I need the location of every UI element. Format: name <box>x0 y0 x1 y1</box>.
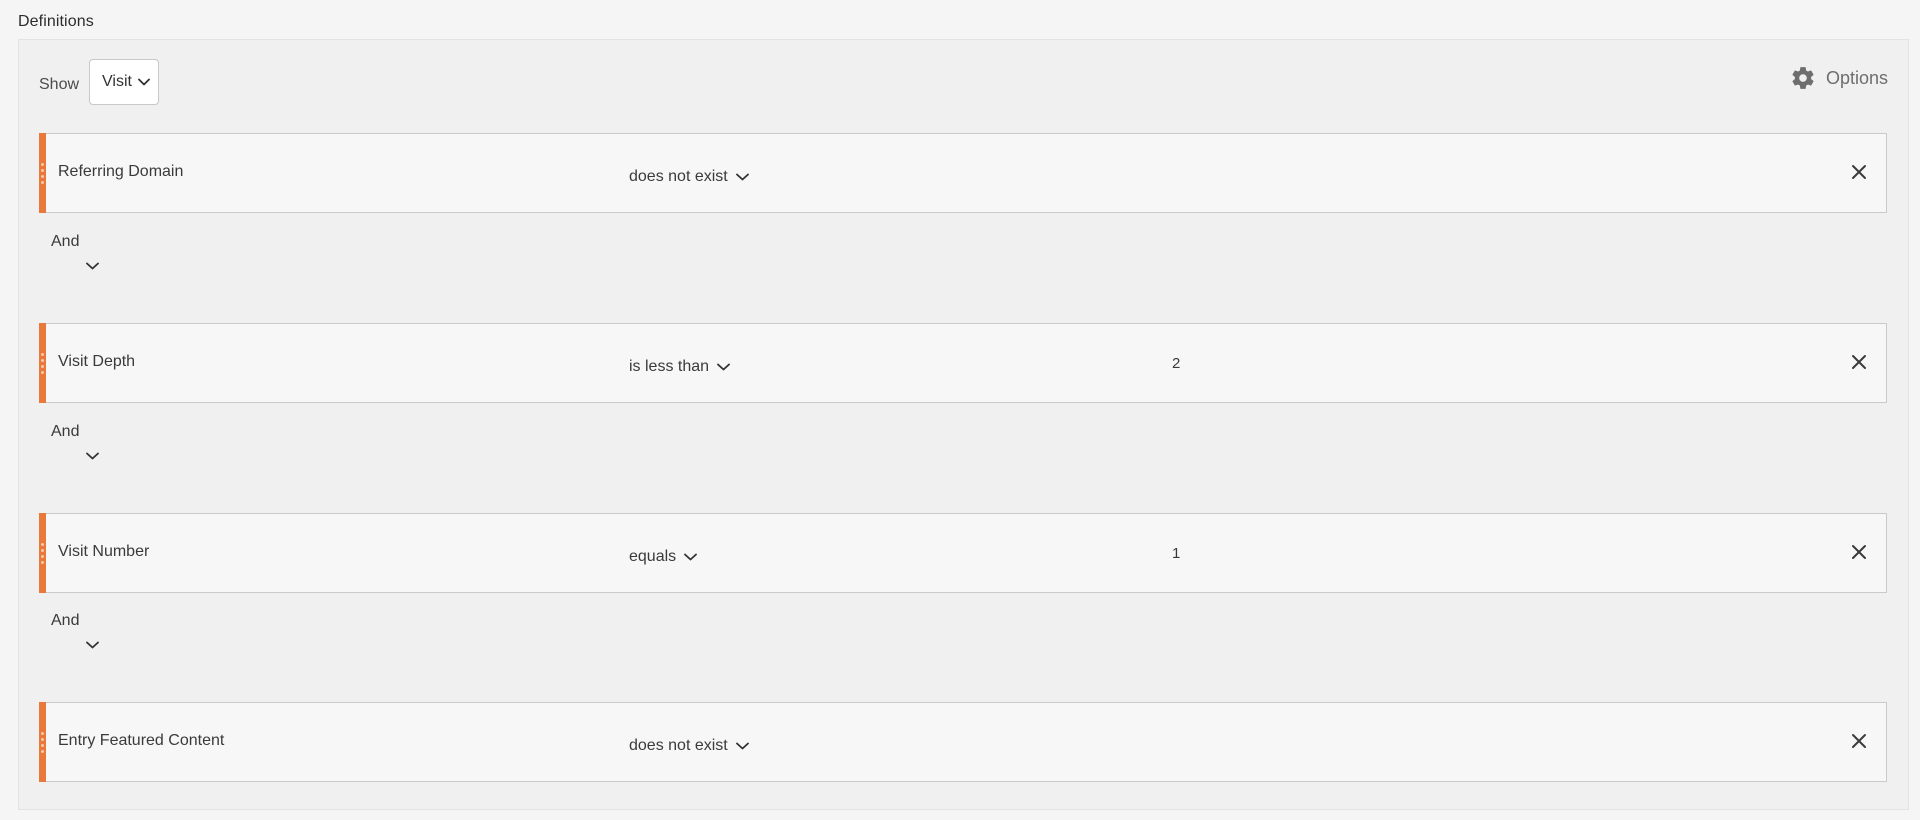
drag-handle-icon[interactable] <box>39 702 46 782</box>
definitions-panel: Show Visit Options Referring Domain does… <box>18 39 1909 810</box>
rule-value[interactable]: 2 <box>1172 355 1180 372</box>
rule-row: Visit Number equals 1 <box>39 513 1887 593</box>
close-icon[interactable] <box>1850 353 1868 371</box>
section-title: Definitions <box>18 13 94 30</box>
and-or-connector[interactable]: And <box>51 612 111 652</box>
rule-dimension[interactable]: Visit Number <box>58 543 149 561</box>
rule-operator-dropdown[interactable]: is less than <box>629 358 730 376</box>
rule-operator-label: is less than <box>629 358 710 375</box>
chevron-down-icon <box>735 737 749 755</box>
chevron-down-icon <box>86 636 99 654</box>
options-button[interactable]: Options <box>1790 65 1888 91</box>
rule-value[interactable]: 1 <box>1172 545 1180 562</box>
options-label: Options <box>1825 67 1888 88</box>
rule-row: Referring Domain does not exist <box>39 133 1887 213</box>
rule-operator-dropdown[interactable]: does not exist <box>629 168 749 186</box>
drag-handle-icon[interactable] <box>39 323 46 403</box>
drag-handle-icon[interactable] <box>39 133 46 213</box>
chevron-down-icon <box>717 358 730 376</box>
show-label: Show <box>39 76 80 93</box>
chevron-down-icon <box>684 548 698 566</box>
close-icon[interactable] <box>1850 732 1868 750</box>
rule-operator-dropdown[interactable]: equals <box>629 548 698 566</box>
and-or-connector[interactable]: And <box>51 233 111 273</box>
gear-icon <box>1790 65 1816 91</box>
rule-operator-dropdown[interactable]: does not exist <box>629 737 749 755</box>
rule-dimension[interactable]: Referring Domain <box>58 163 183 181</box>
show-select-value: Visit <box>102 73 132 90</box>
chevron-down-icon <box>735 168 749 186</box>
rule-row: Visit Depth is less than 2 <box>39 323 1887 403</box>
rule-dimension[interactable]: Entry Featured Content <box>58 732 224 750</box>
drag-handle-icon[interactable] <box>39 513 46 593</box>
chevron-down-icon <box>86 447 99 465</box>
rule-operator-label: does not exist <box>629 737 728 754</box>
show-container-select[interactable]: Visit <box>89 59 159 105</box>
chevron-down-icon <box>138 73 150 91</box>
rule-row: Entry Featured Content does not exist <box>39 702 1887 782</box>
connector-label: And <box>51 612 80 629</box>
close-icon[interactable] <box>1850 543 1868 561</box>
segment-definitions-page: Definitions Show Visit Options Referring… <box>0 0 1920 820</box>
chevron-down-icon <box>86 257 99 275</box>
connector-label: And <box>51 423 80 440</box>
connector-label: And <box>51 233 80 250</box>
rule-dimension[interactable]: Visit Depth <box>58 353 135 371</box>
and-or-connector[interactable]: And <box>51 423 111 463</box>
rule-operator-label: equals <box>629 548 677 565</box>
close-icon[interactable] <box>1850 163 1868 181</box>
rule-operator-label: does not exist <box>629 168 728 185</box>
